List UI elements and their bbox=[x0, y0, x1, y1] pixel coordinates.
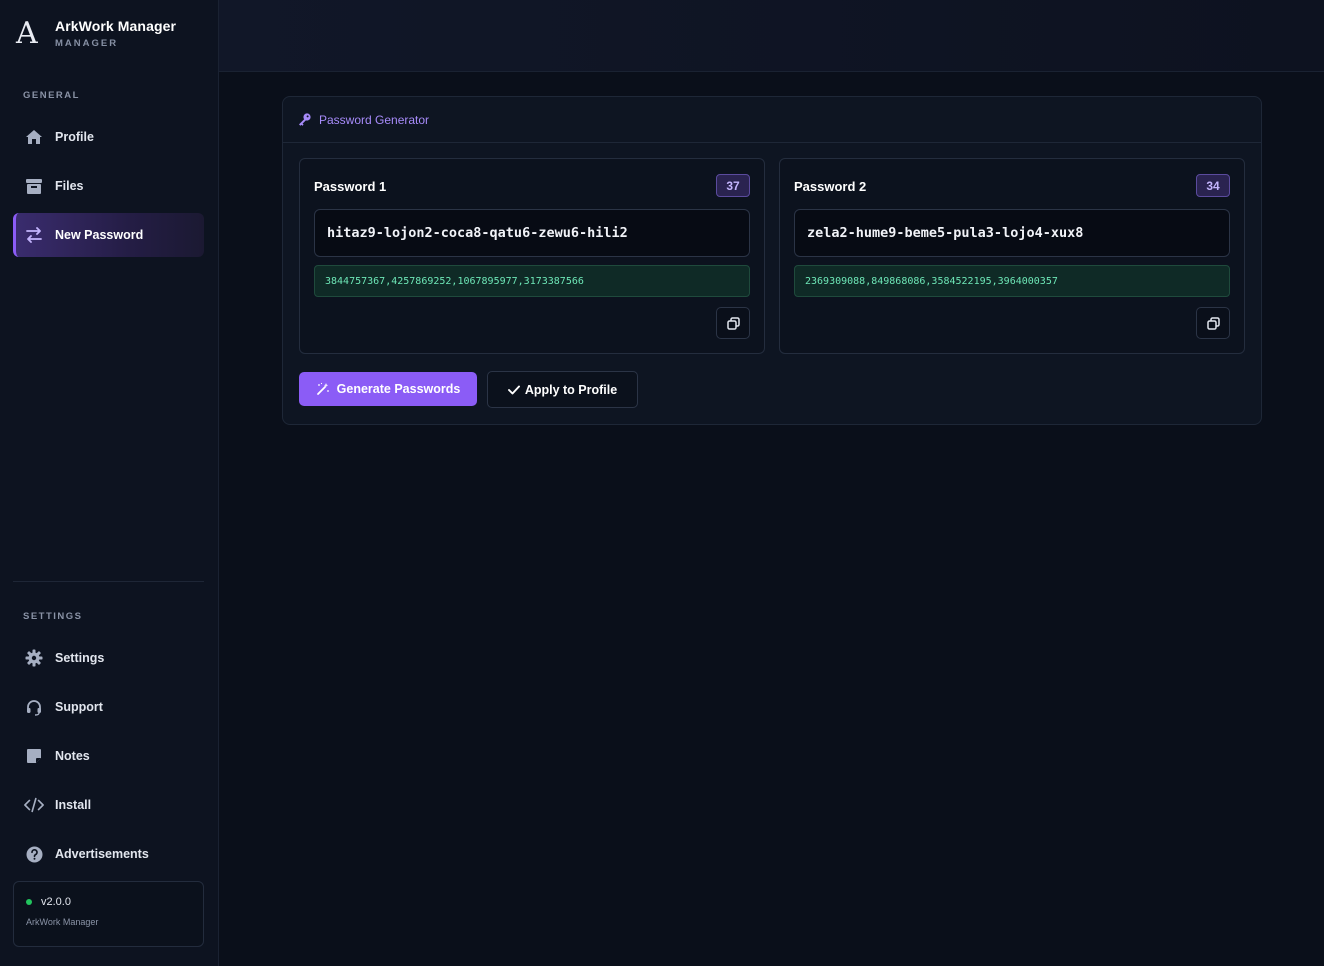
version-number: v2.0.0 bbox=[41, 896, 71, 908]
apply-to-profile-label: Apply to Profile bbox=[524, 382, 618, 397]
sidebar-item-label: Profile bbox=[55, 130, 94, 144]
sticky-note-icon bbox=[24, 746, 44, 766]
password-label: Password 2 bbox=[794, 179, 867, 194]
panel-header: Password Generator bbox=[283, 97, 1261, 143]
key-icon bbox=[298, 113, 311, 126]
sidebar-item-label: Advertisements bbox=[55, 847, 149, 861]
check-icon bbox=[507, 385, 520, 395]
password-label: Password 1 bbox=[314, 179, 387, 194]
version-app-name: ArkWork Manager bbox=[26, 917, 99, 927]
sidebar-item-label: Support bbox=[55, 700, 103, 714]
sidebar-item-label: Install bbox=[55, 798, 92, 812]
generate-passwords-label: Generate Passwords bbox=[336, 382, 461, 396]
swap-arrows-icon bbox=[24, 225, 44, 245]
copy-icon bbox=[726, 316, 740, 330]
copy-icon bbox=[1206, 316, 1220, 330]
section-label-settings: SETTINGS bbox=[23, 611, 83, 622]
sidebar-item-support[interactable]: Support bbox=[13, 685, 204, 729]
panel-title: Password Generator bbox=[319, 112, 430, 127]
copy-button[interactable] bbox=[716, 307, 750, 339]
code-icon bbox=[24, 795, 44, 815]
sidebar-item-settings[interactable]: Settings bbox=[13, 636, 204, 680]
sidebar-item-label: Notes bbox=[55, 749, 90, 763]
sidebar: A ArkWork Manager MANAGER GENERAL Profil… bbox=[0, 0, 219, 966]
top-bar bbox=[219, 0, 1324, 72]
sidebar-item-label: Settings bbox=[55, 651, 105, 665]
length-badge: 34 bbox=[1196, 174, 1230, 197]
brand-logo: A bbox=[16, 16, 38, 51]
sidebar-item-label: Files bbox=[55, 179, 84, 193]
generate-passwords-button[interactable]: Generate Passwords bbox=[299, 372, 477, 406]
password-output[interactable]: hitaz9-lojon2-coca8-qatu6-zewu6-hili2 bbox=[314, 209, 750, 257]
length-badge: 37 bbox=[716, 174, 750, 197]
sidebar-divider bbox=[13, 581, 204, 582]
status-dot bbox=[26, 899, 32, 905]
brand[interactable]: A ArkWork Manager MANAGER bbox=[16, 16, 176, 52]
password-card-2: Password 2 34 zela2-hume9-beme5-pula3-lo… bbox=[779, 158, 1245, 354]
password-seed: 2369309088,849868086,3584522195,39640003… bbox=[794, 265, 1230, 297]
headset-icon bbox=[24, 697, 44, 717]
gear-icon bbox=[24, 648, 44, 668]
sidebar-item-install[interactable]: Install bbox=[13, 783, 204, 827]
sidebar-item-profile[interactable]: Profile bbox=[13, 115, 204, 159]
magic-wand-icon bbox=[316, 382, 330, 396]
main-content: Password Generator Password 1 37 hitaz9-… bbox=[219, 0, 1324, 966]
password-generator-panel: Password Generator Password 1 37 hitaz9-… bbox=[282, 96, 1262, 425]
brand-subtitle: MANAGER bbox=[55, 38, 119, 49]
version-card: v2.0.0 ArkWork Manager bbox=[13, 881, 204, 947]
sidebar-item-files[interactable]: Files bbox=[13, 164, 204, 208]
section-label-general: GENERAL bbox=[23, 90, 80, 101]
password-seed: 3844757367,4257869252,1067895977,3173387… bbox=[314, 265, 750, 297]
password-output[interactable]: zela2-hume9-beme5-pula3-lojo4-xux8 bbox=[794, 209, 1230, 257]
sidebar-item-new-password[interactable]: New Password bbox=[13, 213, 204, 257]
app-root: A ArkWork Manager MANAGER GENERAL Profil… bbox=[0, 0, 1324, 966]
sidebar-item-notes[interactable]: Notes bbox=[13, 734, 204, 778]
question-circle-icon bbox=[24, 844, 44, 864]
sidebar-item-label: New Password bbox=[55, 228, 144, 242]
home-icon bbox=[24, 127, 44, 147]
password-card-1: Password 1 37 hitaz9-lojon2-coca8-qatu6-… bbox=[299, 158, 765, 354]
copy-button[interactable] bbox=[1196, 307, 1230, 339]
sidebar-item-advertisements[interactable]: Advertisements bbox=[13, 832, 204, 876]
archive-icon bbox=[24, 176, 44, 196]
brand-title: ArkWork Manager bbox=[55, 18, 177, 34]
apply-to-profile-button[interactable]: Apply to Profile bbox=[487, 371, 638, 408]
